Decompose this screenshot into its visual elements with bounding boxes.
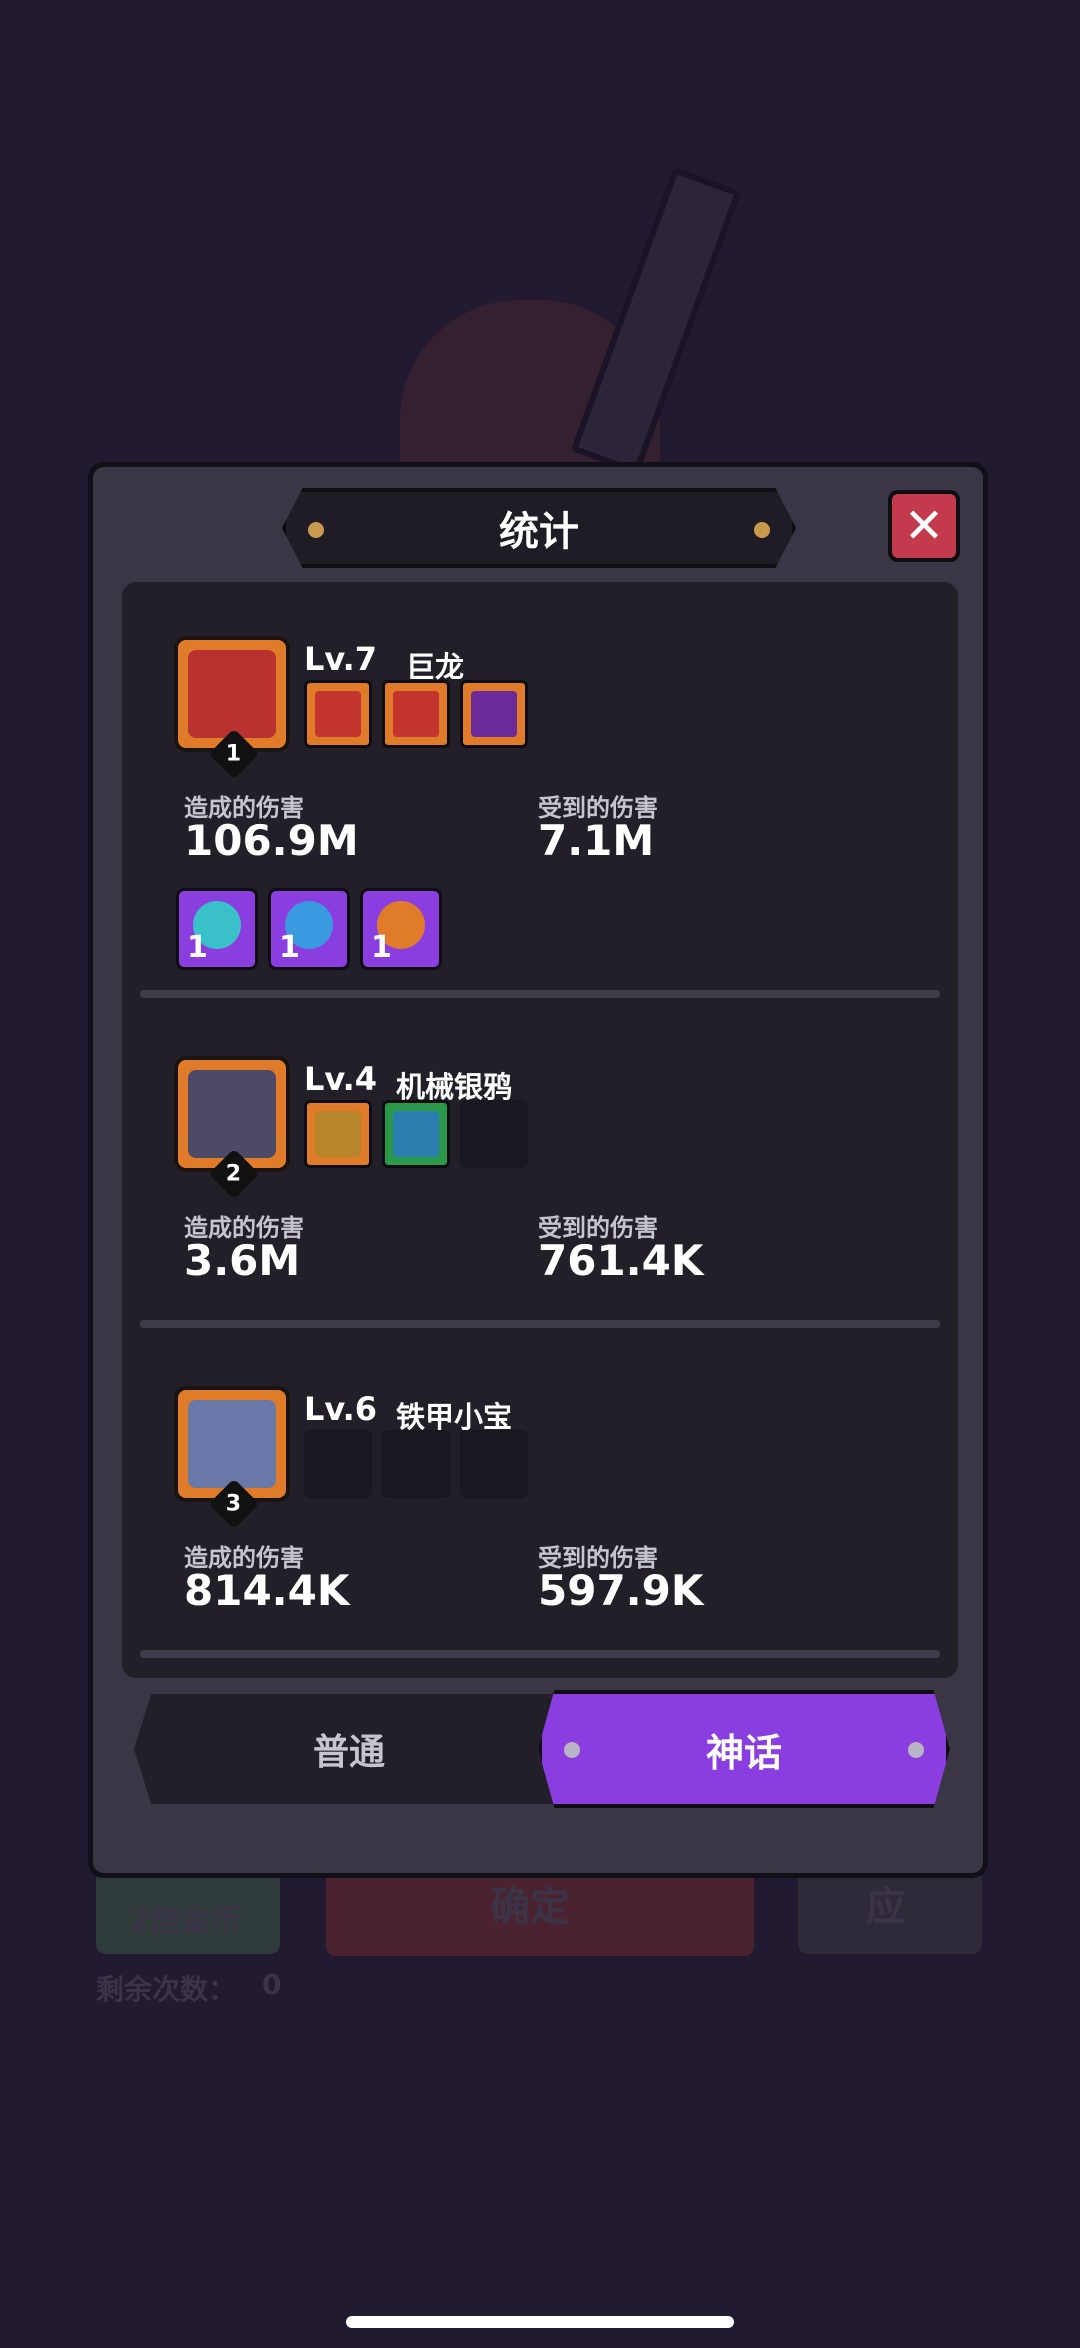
buff-card[interactable]: 1 xyxy=(268,888,350,970)
dialog-title-bar: 统计 xyxy=(282,488,796,568)
hero-level: Lv.4 xyxy=(304,1060,378,1098)
bg-double-coins-label: 2倍金币 xyxy=(130,1904,241,1939)
buff-card[interactable]: 1 xyxy=(176,888,258,970)
hero-level: Lv.7 xyxy=(304,640,378,678)
buff-card[interactable]: 1 xyxy=(360,888,442,970)
empty-equipment-slot[interactable] xyxy=(460,1430,528,1498)
equipment-slot[interactable] xyxy=(304,1100,372,1168)
damage-taken-value: 7.1M xyxy=(538,816,655,865)
bg-remaining-value: 0 xyxy=(262,1968,282,2001)
dialog-title: 统计 xyxy=(499,509,579,555)
equipment-slot[interactable] xyxy=(382,1100,450,1168)
armored-baby-portrait-icon xyxy=(188,1400,276,1488)
scythe-icon xyxy=(471,691,517,737)
damage-taken-value: 597.9K xyxy=(538,1566,704,1615)
damage-taken-value: 761.4K xyxy=(538,1236,704,1285)
close-button[interactable]: ✕ xyxy=(888,490,960,562)
buff-count: 1 xyxy=(187,930,208,965)
bg-remaining-label: 剩余次数： xyxy=(96,1973,237,2006)
tab-mythic[interactable]: 神话 xyxy=(538,1690,950,1808)
equipment-slot[interactable] xyxy=(304,680,372,748)
home-indicator[interactable] xyxy=(346,2316,734,2328)
damage-dealt-value: 106.9M xyxy=(184,816,359,865)
dragon-portrait-icon xyxy=(188,650,276,738)
entry-divider xyxy=(140,990,940,998)
equipment-slot[interactable] xyxy=(460,680,528,748)
bg-confirm-label: 确定 xyxy=(490,1884,570,1930)
buff-count: 1 xyxy=(279,930,300,965)
tab-normal[interactable]: 普通 xyxy=(134,1694,564,1804)
tab-rivet-icon xyxy=(564,1742,580,1758)
tab-rivet-icon xyxy=(908,1742,924,1758)
entry-divider xyxy=(140,1650,940,1658)
damage-dealt-value: 3.6M xyxy=(184,1236,301,1285)
empty-equipment-slot[interactable] xyxy=(304,1430,372,1498)
damage-dealt-value: 814.4K xyxy=(184,1566,350,1615)
buff-count: 1 xyxy=(371,930,392,965)
title-rivet-icon xyxy=(754,522,770,538)
hero-stats-list[interactable]: 1 Lv.7 巨龙 造成的伤害 106.9M 受到的伤害 7.1M 1 1 1 … xyxy=(122,582,958,1678)
banner-icon xyxy=(315,691,361,737)
title-rivet-icon xyxy=(308,522,324,538)
silver-crow-portrait-icon xyxy=(188,1070,276,1158)
tab-mythic-label: 神话 xyxy=(705,1730,782,1775)
tab-normal-label: 普通 xyxy=(312,1732,385,1773)
banner-icon xyxy=(393,691,439,737)
bg-right-label: 应 xyxy=(866,1884,906,1930)
close-icon: ✕ xyxy=(903,498,945,554)
empty-equipment-slot[interactable] xyxy=(460,1100,528,1168)
empty-equipment-slot[interactable] xyxy=(382,1430,450,1498)
rarity-tabs: 普通 神话 xyxy=(134,1690,950,1818)
helmet-icon xyxy=(315,1111,361,1157)
hero-level: Lv.6 xyxy=(304,1390,378,1428)
equipment-slot[interactable] xyxy=(382,680,450,748)
water-drop-icon xyxy=(393,1111,439,1157)
entry-divider xyxy=(140,1320,940,1328)
